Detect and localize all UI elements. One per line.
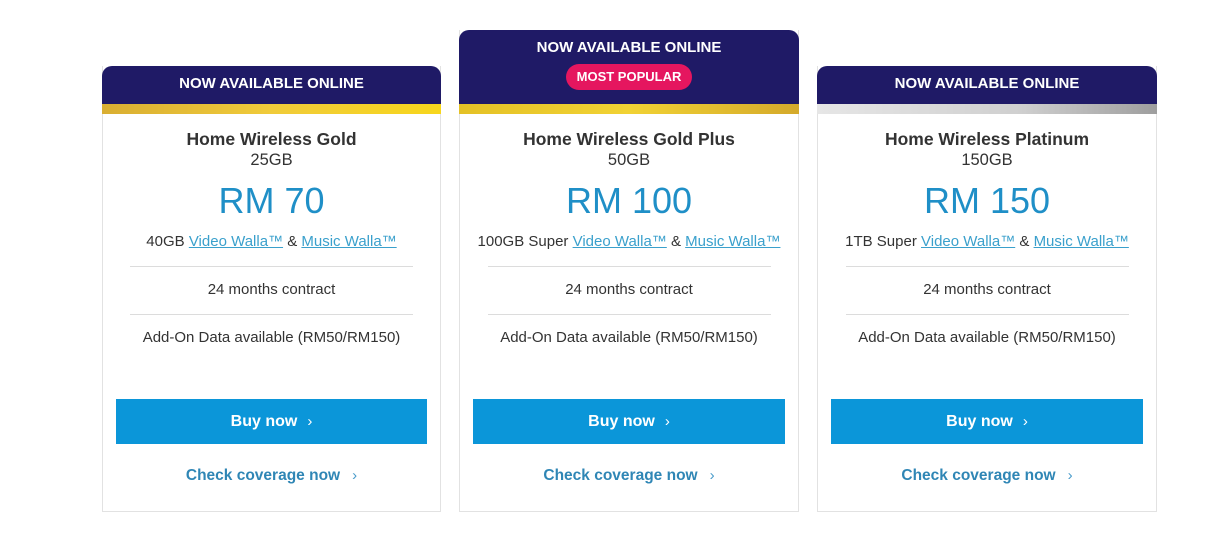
chevron-right-icon: › xyxy=(1022,413,1028,430)
platinum-tier-stripe xyxy=(817,104,1157,114)
video-walla-link[interactable]: Video Walla™ xyxy=(573,233,667,250)
buy-now-button[interactable]: Buy now › xyxy=(473,399,785,444)
chevron-right-icon: › xyxy=(1067,467,1073,484)
plan-name: Home Wireless Gold xyxy=(186,129,357,149)
check-coverage-link[interactable]: Check coverage now › xyxy=(460,467,798,485)
most-popular-badge: MOST POPULAR xyxy=(565,64,693,90)
availability-label: NOW AVAILABLE ONLINE xyxy=(536,39,722,56)
addon-data-info: Add-On Data available (RM50/RM150) xyxy=(500,329,758,346)
plan-price: RM 100 xyxy=(565,180,693,221)
addon-data-info: Add-On Data available (RM50/RM150) xyxy=(142,329,401,346)
plan-body: Home Wireless Gold 25GB RM 70 40GB Video… xyxy=(103,114,440,348)
gold-tier-stripe xyxy=(102,104,441,114)
plan-body: Home Wireless Platinum 150GB RM 150 1TB … xyxy=(818,114,1156,348)
plan-header: NOW AVAILABLE ONLINE xyxy=(817,66,1157,104)
buy-now-button[interactable]: Buy now › xyxy=(116,399,427,444)
plan-card-home-wireless-gold: NOW AVAILABLE ONLINE Home Wireless Gold … xyxy=(102,66,441,512)
addon-data-info: Add-On Data available (RM50/RM150) xyxy=(858,329,1116,346)
music-walla-link[interactable]: Music Walla™ xyxy=(685,233,780,250)
ampersand: & xyxy=(666,233,686,250)
plan-name: Home Wireless Platinum xyxy=(884,129,1090,149)
buy-now-button[interactable]: Buy now › xyxy=(831,399,1143,444)
music-walla-link[interactable]: Music Walla™ xyxy=(1034,233,1129,250)
ampersand: & xyxy=(1015,233,1034,250)
streaming-feature: 40GB Video Walla™ & Music Walla™ xyxy=(103,232,440,266)
feature-prefix: 100GB Super xyxy=(477,233,573,250)
plan-card-home-wireless-gold-plus: NOW AVAILABLE ONLINE MOST POPULAR Home W… xyxy=(459,30,799,512)
streaming-feature: 1TB Super Video Walla™ & Music Walla™ xyxy=(818,232,1156,266)
ampersand: & xyxy=(283,233,302,250)
buy-now-label: Buy now xyxy=(230,413,298,430)
buy-now-label: Buy now xyxy=(946,413,1013,430)
check-coverage-label: Check coverage now xyxy=(901,467,1056,484)
check-coverage-link[interactable]: Check coverage now › xyxy=(103,467,440,485)
availability-label: NOW AVAILABLE ONLINE xyxy=(894,75,1080,92)
plan-quota: 150GB xyxy=(961,151,1013,169)
chevron-right-icon: › xyxy=(307,413,313,430)
plan-card-home-wireless-platinum: NOW AVAILABLE ONLINE Home Wireless Plati… xyxy=(817,66,1157,512)
check-coverage-link[interactable]: Check coverage now › xyxy=(818,467,1156,485)
contract-term: 24 months contract xyxy=(565,281,693,298)
plan-price: RM 150 xyxy=(923,180,1051,221)
feature-prefix: 40GB xyxy=(146,233,189,250)
chevron-right-icon: › xyxy=(664,413,670,430)
contract-term: 24 months contract xyxy=(207,281,336,298)
check-coverage-label: Check coverage now xyxy=(543,467,698,484)
chevron-right-icon: › xyxy=(709,467,715,484)
chevron-right-icon: › xyxy=(352,467,358,484)
check-coverage-label: Check coverage now xyxy=(185,467,341,484)
feature-prefix: 1TB Super xyxy=(845,233,921,250)
availability-label: NOW AVAILABLE ONLINE xyxy=(179,75,364,92)
contract-term: 24 months contract xyxy=(923,281,1051,298)
buy-now-label: Buy now xyxy=(588,413,655,430)
plan-name: Home Wireless Gold Plus xyxy=(523,129,735,149)
plan-price: RM 70 xyxy=(218,180,325,221)
plan-header: NOW AVAILABLE ONLINE xyxy=(102,66,441,104)
gold-tier-stripe xyxy=(459,104,799,114)
plan-body: Home Wireless Gold Plus 50GB RM 100 100G… xyxy=(460,114,798,348)
video-walla-link[interactable]: Video Walla™ xyxy=(189,233,283,250)
streaming-feature: 100GB Super Video Walla™ & Music Walla™ xyxy=(460,232,798,266)
plan-quota: 25GB xyxy=(250,151,293,169)
plan-header: NOW AVAILABLE ONLINE MOST POPULAR xyxy=(459,30,799,104)
plan-quota: 50GB xyxy=(607,151,651,169)
video-walla-link[interactable]: Video Walla™ xyxy=(921,233,1015,250)
music-walla-link[interactable]: Music Walla™ xyxy=(301,233,396,250)
